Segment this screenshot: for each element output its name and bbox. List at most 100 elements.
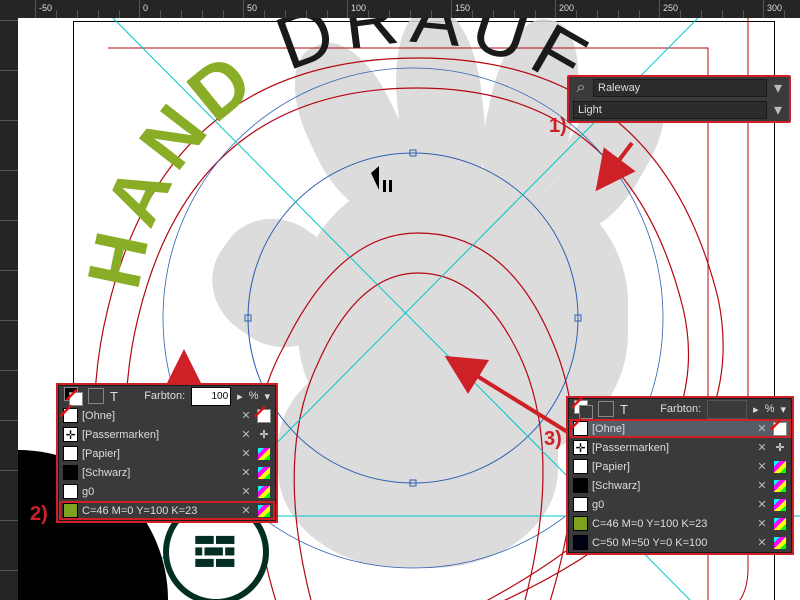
swatch-icon: ✛: [573, 440, 588, 455]
swatch-lock-icon: ✕: [239, 485, 253, 499]
dropdown-icon[interactable]: ▾: [771, 100, 785, 120]
swatch-lock-icon: ✕: [239, 504, 253, 518]
tint-input[interactable]: [191, 387, 231, 406]
swatch-mode-icon: [257, 504, 271, 518]
object-mode-icon[interactable]: [598, 401, 614, 417]
swatch-mode-icon: [257, 466, 271, 480]
swatch-lock-icon: ✕: [755, 517, 769, 531]
text-cursor-icon: [371, 166, 392, 192]
annotation-2: 2): [30, 503, 48, 526]
tint-label: Farbton:: [660, 403, 701, 415]
swatch-name: [Schwarz]: [592, 480, 751, 492]
swatch-name: g0: [592, 499, 751, 511]
swatch-name: C=46 M=0 Y=100 K=23: [592, 518, 751, 530]
swatch-lock-icon: ✕: [755, 536, 769, 550]
swatch-name: [Ohne]: [82, 410, 235, 422]
arrow-3: [448, 358, 574, 436]
swatch-icon: [573, 516, 588, 531]
swatch-mode-icon: [773, 517, 787, 531]
ruler-tick: -50: [35, 0, 36, 18]
swatch-mode-icon: [773, 536, 787, 550]
swatch-row[interactable]: [Schwarz] ✕: [569, 476, 791, 495]
swatch-icon: [63, 465, 78, 480]
swatch-row[interactable]: [Papier] ✕: [569, 457, 791, 476]
swatch-lock-icon: ✕: [239, 428, 253, 442]
swatch-name: C=46 M=0 Y=100 K=23: [82, 505, 235, 517]
swatch-icon: [573, 497, 588, 512]
ruler-vertical[interactable]: [0, 0, 18, 600]
swatch-icon: [63, 408, 78, 423]
ruler-tick: 100: [347, 0, 348, 18]
fill-stroke-icon[interactable]: [574, 400, 592, 418]
font-panel: ⌕ ▾ ▾: [567, 75, 791, 123]
swatch-lock-icon: ✕: [239, 466, 253, 480]
bricks-icon: [193, 529, 239, 575]
fill-stroke-icon[interactable]: [64, 387, 82, 405]
dropdown-icon[interactable]: ▾: [771, 78, 785, 98]
swatch-row[interactable]: C=46 M=0 Y=100 K=23 ✕: [59, 501, 275, 520]
swatch-row[interactable]: [Schwarz]✕: [59, 463, 275, 482]
swatch-name: [Ohne]: [592, 423, 751, 435]
swatch-lock-icon: ✕: [239, 409, 253, 423]
ruler-horizontal[interactable]: -50050100150200250300: [0, 0, 800, 18]
percent-label: %: [765, 403, 775, 415]
swatch-mode-icon: [257, 409, 271, 423]
swatch-icon: [63, 446, 78, 461]
swatch-lock-icon: ✕: [755, 498, 769, 512]
swatch-mode-icon: [257, 485, 271, 499]
annotation-3: 3): [544, 428, 562, 451]
swatch-lock-icon: ✕: [755, 422, 769, 436]
swatch-row[interactable]: [Ohne] ✕: [569, 419, 791, 438]
swatch-icon: [573, 421, 588, 436]
swatch-name: [Papier]: [592, 461, 751, 473]
swatch-lock-icon: ✕: [755, 460, 769, 474]
swatch-mode-icon: ✛: [257, 428, 271, 442]
ruler-tick: 50: [243, 0, 244, 18]
text-drauf: DRAUF: [265, 18, 607, 107]
swatch-row[interactable]: ✛[Passermarken]✕✛: [59, 425, 275, 444]
swatch-row[interactable]: ✛[Passermarken]✕✛: [569, 438, 791, 457]
swatch-row[interactable]: C=46 M=0 Y=100 K=23 ✕: [569, 514, 791, 533]
annotation-1: 1): [549, 115, 567, 138]
swatch-mode-icon: ✛: [773, 441, 787, 455]
ruler-tick: 250: [659, 0, 660, 18]
font-weight-input[interactable]: [573, 101, 767, 119]
ruler-tick: 0: [139, 0, 140, 18]
swatch-lock-icon: ✕: [755, 479, 769, 493]
tint-input[interactable]: [707, 400, 747, 419]
swatch-lock-icon: ✕: [239, 447, 253, 461]
swatch-row[interactable]: g0 ✕: [569, 495, 791, 514]
swatch-mode-icon: [773, 498, 787, 512]
tint-label: Farbton:: [144, 390, 185, 402]
tint-slider-icon[interactable]: ▸: [753, 403, 759, 416]
ruler-tick: 150: [451, 0, 452, 18]
swatch-mode-icon: [773, 422, 787, 436]
swatch-row[interactable]: [Ohne] ✕: [59, 406, 275, 425]
arrow-1: [598, 143, 632, 188]
swatch-row[interactable]: [Papier] ✕: [59, 444, 275, 463]
swatch-name: C=50 M=50 Y=0 K=100: [592, 537, 751, 549]
swatch-name: [Passermarken]: [82, 429, 235, 441]
swatch-mode-icon: [257, 447, 271, 461]
panel-menu-icon[interactable]: ▾: [780, 403, 786, 416]
text-mode-icon[interactable]: T: [620, 402, 628, 417]
swatch-name: g0: [82, 486, 235, 498]
panel-menu-icon[interactable]: ▾: [264, 390, 270, 403]
swatches-panel-right: T Farbton: ▸ % ▾ [Ohne] ✕ ✛ [Passermarken] ✕…: [568, 398, 792, 553]
text-hand: HAND: [71, 33, 273, 295]
object-mode-icon[interactable]: [88, 388, 104, 404]
swatch-mode-icon: [773, 460, 787, 474]
swatch-row[interactable]: C=50 M=50 Y=0 K=100 ✕: [569, 533, 791, 552]
swatch-name: [Passermarken]: [592, 442, 751, 454]
search-icon[interactable]: ⌕: [573, 79, 589, 97]
swatch-mode-icon: [773, 479, 787, 493]
tint-slider-icon[interactable]: ▸: [237, 390, 243, 403]
percent-label: %: [249, 390, 259, 402]
swatch-icon: [573, 478, 588, 493]
font-family-input[interactable]: [593, 79, 767, 97]
ruler-tick: 300: [763, 0, 764, 18]
text-mode-icon[interactable]: T: [110, 389, 118, 404]
swatch-row[interactable]: g0 ✕: [59, 482, 275, 501]
swatch-name: [Papier]: [82, 448, 235, 460]
swatch-icon: [573, 535, 588, 550]
